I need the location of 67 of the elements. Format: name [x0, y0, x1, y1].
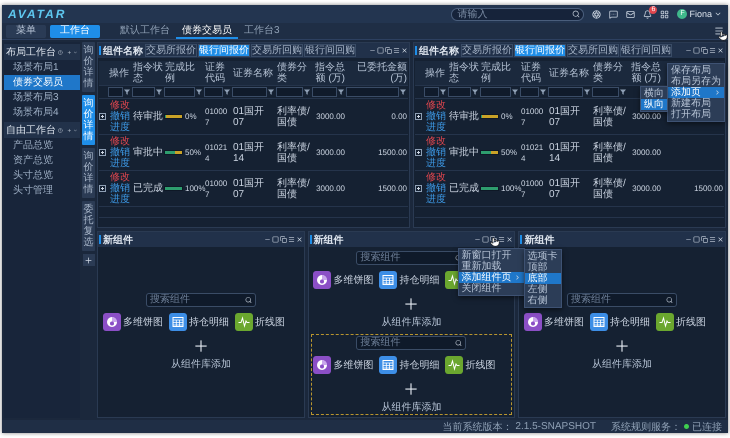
table-cell-text: 010214 — [520, 142, 544, 164]
column-header: 证券代码 — [520, 62, 542, 84]
panel-title: 组件名称 — [419, 44, 459, 58]
column-header: 操作 — [108, 68, 130, 78]
table-cell-text: 01国开07 — [548, 178, 582, 200]
panel-title: 新组件 — [103, 233, 133, 246]
table-cell-text: 3000.00 — [315, 147, 346, 158]
table-cell: 已完成 — [132, 183, 164, 194]
panel-title: 组件名称 — [103, 44, 143, 58]
table-cell-text: 010214 — [204, 142, 228, 164]
column-header: 已委托金额 (万) — [356, 62, 408, 84]
table-cell: 审批中 — [132, 147, 164, 158]
percent-text: 100% — [185, 184, 206, 193]
table-cell: 待审批 — [448, 111, 480, 122]
column-header: 完成比例 — [480, 62, 512, 84]
column-header: 指令总额 (万) — [630, 62, 662, 84]
service-label: 系统规则服务： — [611, 420, 681, 434]
table-cell-text: 利率债/国债 — [592, 178, 627, 200]
table-cell-text: 01国开14 — [548, 142, 582, 164]
panel-title: 新组件 — [524, 233, 554, 246]
table-cell-text: 01国开14 — [232, 142, 266, 164]
table-cell-text: 01国开07 — [232, 178, 266, 200]
column-header: 债券分类 — [276, 62, 308, 84]
table-cell-text: 利率债/国债 — [592, 142, 627, 164]
table-cell-text: 3000.00 — [631, 183, 662, 194]
table-cell-text: 010007 — [520, 106, 544, 128]
table-cell: 审批中 — [448, 147, 480, 158]
table-cell-text: 3000.00 — [315, 183, 346, 194]
table-cell-text: 3000.00 — [631, 147, 662, 158]
column-header: 指令状态 — [448, 62, 480, 84]
panel-title: 新组件 — [314, 233, 344, 246]
column-header: 指令状态 — [132, 62, 164, 84]
column-header: 证券代码 — [204, 62, 226, 84]
group-title: 自由工作台 — [6, 124, 56, 137]
table-cell: 已完成 — [448, 183, 480, 194]
table-cell-text: 01国开07 — [548, 106, 582, 128]
table-cell-text: 1500.00 — [693, 183, 724, 194]
table-cell: 待审批 — [132, 111, 164, 122]
percent-text: 50% — [501, 148, 518, 157]
group-title: 布局工作台 — [6, 46, 56, 59]
percent-text: 50% — [185, 148, 202, 157]
table-cell-text: 利率债/国债 — [276, 106, 311, 128]
table-cell-text: 利率债/国债 — [276, 178, 311, 200]
table-cell-text: 利率债/国债 — [276, 142, 311, 164]
service-status: 已连接 — [692, 420, 722, 434]
percent-text: 0% — [501, 112, 513, 121]
column-header: 债券分类 — [592, 62, 624, 84]
table-cell-text: 1500.00 — [377, 183, 408, 194]
table-cell-text: 01国开07 — [232, 106, 266, 128]
version-text: 2.1.5-SNAPSHOT — [515, 421, 596, 432]
percent-text: 100% — [501, 184, 522, 193]
table-cell-text: 010007 — [205, 178, 228, 200]
table-cell-text: 利率债/国债 — [592, 106, 627, 128]
percent-text: 0% — [185, 112, 197, 121]
logo: AVATAR — [8, 7, 66, 21]
column-header: 证券名称 — [232, 68, 274, 78]
table-cell-text: 3000.00 — [315, 111, 346, 122]
column-header: 完成比例 — [164, 62, 196, 84]
table-cell-text: 0.00 — [390, 111, 408, 122]
table-cell-text: 010007 — [204, 106, 228, 128]
column-header: 指令总额 (万) — [314, 62, 346, 84]
column-header: 证券名称 — [548, 68, 590, 78]
version-label: 当前系统版本： — [442, 420, 512, 434]
column-header: 操作 — [424, 68, 446, 78]
table-cell-text: 1500.00 — [377, 147, 408, 158]
table-cell-text: 010007 — [521, 178, 544, 200]
table-cell-text: 3000.00 — [631, 111, 662, 122]
